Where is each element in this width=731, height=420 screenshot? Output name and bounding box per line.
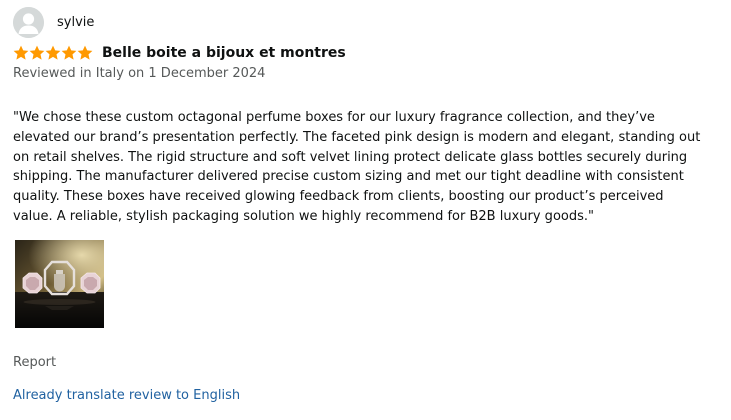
review-title[interactable]: Belle boite a bijoux et montres bbox=[102, 44, 346, 62]
star-icon bbox=[45, 45, 61, 60]
star-icon bbox=[13, 45, 29, 60]
report-link[interactable]: Report bbox=[13, 354, 56, 371]
review-body-text: "We chose these custom octagonal perfume… bbox=[13, 110, 701, 224]
reviewer-profile[interactable]: sylvie bbox=[13, 7, 94, 38]
customer-review: sylvie Belle boite a bijoux et montres R… bbox=[0, 0, 731, 420]
star-icon bbox=[77, 45, 93, 60]
review-image-thumbnail[interactable] bbox=[15, 240, 104, 328]
star-rating[interactable] bbox=[13, 45, 93, 61]
review-header: Belle boite a bijoux et montres bbox=[13, 44, 346, 62]
translate-review-link[interactable]: Already translate review to English bbox=[13, 387, 240, 404]
star-icon bbox=[61, 45, 77, 60]
user-silhouette-icon[interactable] bbox=[13, 7, 44, 38]
reviewer-name[interactable]: sylvie bbox=[57, 15, 94, 31]
review-date: Reviewed in Italy on 1 December 2024 bbox=[13, 66, 266, 81]
star-icon bbox=[29, 45, 45, 60]
